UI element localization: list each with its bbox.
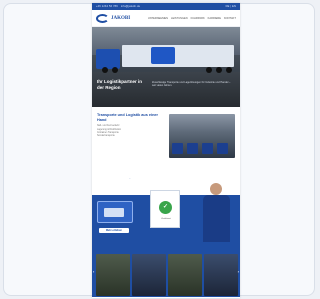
gallery-tiles xyxy=(96,254,238,296)
hero-truck-image xyxy=(96,45,236,73)
nav-item-leistungen[interactable]: Leistungen xyxy=(171,17,188,20)
services-title: Transporte und Logistik aus einer Hand xyxy=(97,113,158,122)
certificate-badge-icon: ✓ xyxy=(159,201,172,214)
quality-section: Mehr erfahren ✓ Zertifiziert xyxy=(92,179,240,242)
gallery-next-icon[interactable]: › xyxy=(238,269,239,274)
email-text[interactable]: info@jakobi.de xyxy=(121,5,140,8)
company-logo[interactable]: JAKOBI xyxy=(96,13,131,23)
gallery-section: Galerie ‹ › xyxy=(92,242,240,297)
more-button[interactable]: Mehr erfahren xyxy=(99,228,129,233)
person-body xyxy=(203,195,230,242)
truck-front xyxy=(187,143,198,154)
main-navigation: JAKOBI Unternehmen Leistungen Fuhrpark K… xyxy=(92,10,240,27)
wheel-icon xyxy=(206,67,212,73)
gallery-tile[interactable] xyxy=(132,254,166,296)
person-head xyxy=(210,183,222,195)
website-screenshot[interactable]: +49 1234 56 789 info@jakobi.de DE | EN J… xyxy=(92,3,240,298)
trailer-logo xyxy=(151,47,175,64)
fleet-photo xyxy=(169,114,235,158)
gallery-tile[interactable] xyxy=(168,254,202,296)
language-switch[interactable]: DE | EN xyxy=(226,5,236,8)
nav-item-karriere[interactable]: Karriere xyxy=(208,17,221,20)
phone-text[interactable]: +49 1234 56 789 xyxy=(96,5,118,8)
truck-front xyxy=(172,143,183,154)
nav-item-fuhrpark[interactable]: Fuhrpark xyxy=(191,17,205,20)
services-section: Transporte und Logistik aus einer Hand N… xyxy=(92,107,240,165)
logo-wordmark: JAKOBI xyxy=(111,15,131,21)
hero-banner: Ihr Logistikpartner in der Region Zuverl… xyxy=(92,27,240,107)
hero-title: Ihr Logistikpartner in der Region xyxy=(97,79,143,90)
certificate-card[interactable]: ✓ Zertifiziert xyxy=(150,190,180,228)
employee-photo xyxy=(200,179,234,242)
top-contact-bar: +49 1234 56 789 info@jakobi.de DE | EN xyxy=(92,3,240,10)
wheel-icon xyxy=(112,67,118,73)
wheel-icon xyxy=(216,67,222,73)
gallery-prev-icon[interactable]: ‹ xyxy=(93,269,94,274)
wheel-icon xyxy=(102,67,108,73)
gallery-tile[interactable] xyxy=(204,254,238,296)
gallery-tile[interactable] xyxy=(96,254,130,296)
nav-item-unternehmen[interactable]: Unternehmen xyxy=(148,17,168,20)
section-label-row: Fuhrpark & Qualität xyxy=(92,165,240,182)
hero-text: Zuverlässige Transporte und Lagerlösunge… xyxy=(152,81,231,88)
fleet-card[interactable] xyxy=(97,201,133,223)
logo-swoosh-icon xyxy=(96,13,109,23)
wheel-icon xyxy=(226,67,232,73)
certificate-label: Zertifiziert xyxy=(161,218,171,220)
truck-front xyxy=(217,143,228,154)
truck-front xyxy=(202,143,213,154)
nav-item-kontakt[interactable]: Kontakt xyxy=(224,17,236,20)
truck-trailer xyxy=(122,45,234,67)
truck-cab xyxy=(96,49,120,69)
nav-menu: Unternehmen Leistungen Fuhrpark Karriere… xyxy=(148,17,236,20)
